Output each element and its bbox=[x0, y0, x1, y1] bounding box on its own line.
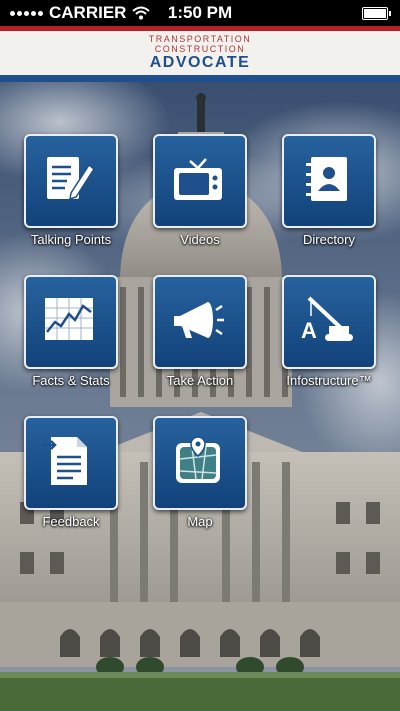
tile-feedback[interactable]: Feedback bbox=[12, 416, 130, 529]
app-logo: TRANSPORTATION CONSTRUCTION ADVOCATE bbox=[0, 34, 400, 71]
svg-text:A: A bbox=[301, 318, 317, 343]
status-bar: CARRIER 1:50 PM bbox=[0, 0, 400, 26]
logo-line-1: TRANSPORTATION bbox=[148, 34, 252, 44]
tile-directory-button[interactable] bbox=[282, 134, 376, 228]
tile-take-action[interactable]: Take Action bbox=[141, 275, 259, 388]
header-blue-stripe bbox=[0, 75, 400, 82]
tile-talking-points-button[interactable] bbox=[24, 134, 118, 228]
tile-take-action-button[interactable] bbox=[153, 275, 247, 369]
tv-icon bbox=[174, 158, 222, 200]
tile-infostructure[interactable]: A Infostructure™ bbox=[270, 275, 388, 388]
tile-infostructure-label: Infostructure™ bbox=[286, 373, 372, 388]
tile-infostructure-button[interactable]: A bbox=[282, 275, 376, 369]
tile-facts-stats[interactable]: Facts & Stats bbox=[12, 275, 130, 388]
tile-directory-label: Directory bbox=[302, 232, 355, 247]
app-header: TRANSPORTATION CONSTRUCTION ADVOCATE bbox=[0, 26, 400, 82]
logo-line-2: CONSTRUCTION bbox=[154, 44, 246, 54]
header-red-stripe bbox=[0, 26, 400, 31]
tile-talking-points[interactable]: Talking Points bbox=[12, 134, 130, 247]
tile-map[interactable]: Map bbox=[141, 416, 259, 529]
clock: 1:50 PM bbox=[167, 3, 233, 22]
line-chart-icon bbox=[45, 298, 93, 340]
feedback-document-icon bbox=[43, 437, 87, 485]
tile-facts-stats-button[interactable] bbox=[24, 275, 118, 369]
tile-videos[interactable]: Videos bbox=[141, 134, 259, 247]
crane-icon: A bbox=[301, 296, 353, 343]
tile-directory[interactable]: Directory bbox=[270, 134, 388, 247]
address-book-icon bbox=[306, 157, 347, 201]
document-pencil-icon bbox=[47, 157, 95, 201]
logo-line-3: ADVOCATE bbox=[149, 54, 251, 71]
tile-videos-button[interactable] bbox=[153, 134, 247, 228]
megaphone-icon bbox=[174, 302, 224, 338]
tile-feedback-button[interactable] bbox=[24, 416, 118, 510]
tile-videos-label: Videos bbox=[180, 232, 220, 247]
tile-facts-stats-label: Facts & Stats bbox=[32, 373, 110, 388]
tile-feedback-label: Feedback bbox=[42, 514, 100, 529]
battery-icon bbox=[362, 7, 391, 20]
map-icon bbox=[176, 436, 220, 483]
tile-talking-points-label: Talking Points bbox=[30, 232, 112, 247]
tile-map-label: Map bbox=[187, 514, 213, 529]
tile-take-action-label: Take Action bbox=[166, 373, 234, 388]
tile-map-button[interactable] bbox=[153, 416, 247, 510]
